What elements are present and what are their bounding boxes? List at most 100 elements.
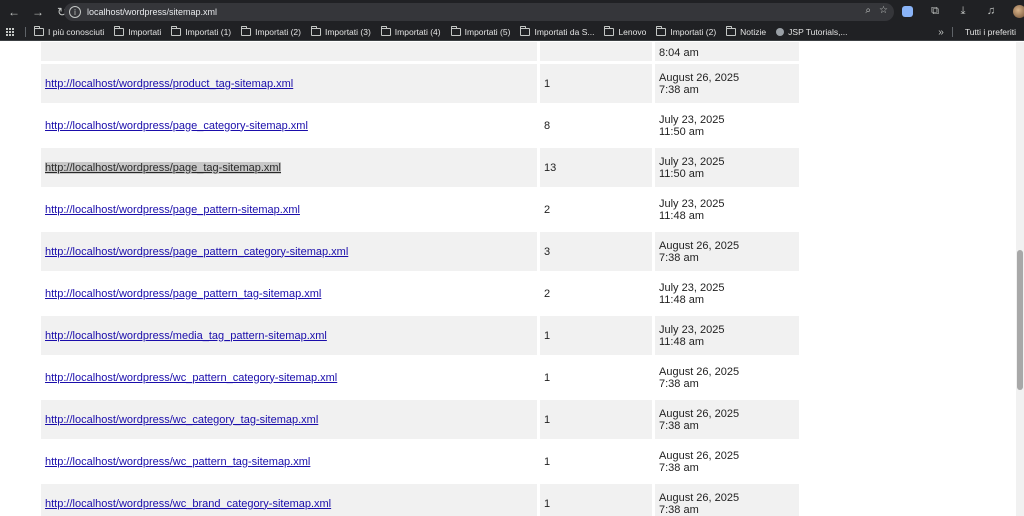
lastmod-date: July 23, 2025	[659, 197, 725, 210]
apps-grid-icon[interactable]	[6, 27, 15, 37]
bookmark-label: Importati da S...	[534, 27, 595, 37]
lastmod-cell: August 26, 2025 7:38 am	[655, 64, 799, 103]
lastmod-time: 11:48 am	[659, 293, 705, 306]
folder-icon	[114, 26, 125, 36]
count-cell: 1	[540, 400, 652, 439]
sitemap-table: 1 8:04 am http://localhost/wordpress/pro…	[38, 42, 802, 516]
globe-icon	[776, 28, 785, 36]
bookmark-item[interactable]: Importati (3)	[310, 26, 371, 37]
bookmark-item[interactable]: Importati (2)	[656, 26, 716, 37]
lastmod-date: August 26, 2025	[659, 239, 740, 252]
url-cell: http://localhost/wordpress/wc_brand_cate…	[41, 484, 537, 516]
sitemap-link[interactable]: http://localhost/wordpress/page_pattern-…	[45, 204, 300, 216]
forward-arrow-icon[interactable]: →	[28, 2, 48, 22]
lastmod-date: August 26, 2025	[659, 449, 740, 462]
url-cell: http://localhost/wordpress/page_pattern-…	[41, 190, 537, 229]
table-row: http://localhost/wordpress/wc_brand_cate…	[41, 484, 799, 516]
table-row: http://localhost/wordpress/wc_category_t…	[41, 400, 799, 439]
bookmark-item[interactable]: Importati	[114, 26, 161, 37]
url-cell: http://localhost/wordpress/page_pattern_…	[41, 232, 537, 271]
bookmark-label: Lenovo	[618, 27, 647, 37]
all-bookmarks-button[interactable]: Tutti i preferiti	[951, 27, 1016, 37]
extension-icon[interactable]	[898, 2, 916, 20]
bookmark-item[interactable]: Lenovo	[604, 26, 647, 37]
lastmod-time: 7:38 am	[659, 461, 699, 474]
lastmod-date: August 26, 2025	[659, 71, 740, 84]
scrollbar-thumb[interactable]	[1017, 250, 1023, 390]
bookmark-item[interactable]: Importati da S...	[520, 26, 595, 37]
count-cell: 13	[540, 148, 652, 187]
count-cell: 2	[544, 287, 551, 300]
bookmark-item[interactable]: Notizie	[726, 26, 767, 37]
lastmod-date: July 23, 2025	[659, 323, 725, 336]
bookmark-label: Importati (1)	[185, 27, 232, 37]
bookmark-item[interactable]: JSP Tutorials,...	[776, 27, 848, 37]
extensions-puzzle-icon[interactable]: ⧉	[926, 2, 944, 20]
bookmarks-bar: I più conosciuti Importati Importati (1)…	[0, 24, 1024, 41]
lastmod-date: August 26, 2025	[659, 365, 740, 378]
sitemap-link[interactable]: http://localhost/wordpress/product_tag-s…	[45, 78, 293, 90]
table-row: 1 8:04 am	[41, 42, 799, 61]
folder-icon	[34, 26, 44, 36]
bookmark-item[interactable]: Importati (1)	[171, 26, 232, 37]
lastmod-cell: 8:04 am	[655, 42, 799, 61]
sitemap-link[interactable]: http://localhost/wordpress/page_pattern_…	[45, 288, 321, 300]
bookmarks-overflow-chevron[interactable]: »	[938, 27, 944, 38]
lastmod-cell: July 23, 2025 11:48 am	[655, 316, 799, 355]
sitemap-link[interactable]: http://localhost/wordpress/wc_category_t…	[45, 414, 318, 426]
lastmod-cell: August 26, 2025 7:38 am	[655, 232, 799, 271]
lastmod-date: August 26, 2025	[659, 407, 740, 420]
sitemap-link[interactable]: http://localhost/wordpress/wc_pattern_ca…	[45, 372, 337, 384]
sitemap-link[interactable]: http://localhost/wordpress/wc_brand_cate…	[45, 498, 331, 510]
folder-icon	[520, 26, 531, 36]
back-arrow-icon[interactable]: ←	[4, 2, 24, 22]
all-bookmarks-label: Tutti i preferiti	[964, 27, 1016, 37]
address-bar[interactable]: i localhost/wordpress/sitemap.xml ⌕ ☆	[64, 3, 894, 21]
download-icon[interactable]: ⤓	[954, 2, 972, 20]
count-cell: 8	[544, 119, 551, 132]
url-cell: http://localhost/wordpress/wc_category_t…	[41, 400, 537, 439]
table-row: http://localhost/wordpress/page_tag-site…	[41, 148, 799, 187]
bookmark-item[interactable]: Importati (2)	[241, 26, 301, 37]
lastmod-time: 7:38 am	[659, 251, 699, 264]
folder-icon	[726, 26, 737, 36]
bookmark-star-icon[interactable]: ☆	[879, 5, 888, 16]
count-cell: 1	[544, 371, 551, 384]
table-row: http://localhost/wordpress/media_tag_pat…	[41, 316, 799, 355]
bookmark-item[interactable]: I più conosciuti	[34, 26, 104, 37]
folder-icon	[310, 26, 321, 36]
address-url[interactable]: localhost/wordpress/sitemap.xml	[87, 7, 217, 17]
url-cell: http://localhost/wordpress/page_pattern_…	[41, 274, 537, 313]
bookmark-item[interactable]: Importati (4)	[380, 26, 441, 37]
profile-avatar[interactable]	[1010, 2, 1024, 20]
sitemap-link[interactable]: http://localhost/wordpress/page_tag-site…	[45, 161, 282, 174]
bookmark-label: Importati (4)	[394, 27, 441, 37]
site-info-icon[interactable]: i	[69, 6, 81, 18]
folder-icon	[241, 26, 252, 36]
vertical-scrollbar[interactable]	[1016, 42, 1024, 516]
folder-icon	[604, 26, 615, 36]
media-control-icon[interactable]: ♫	[982, 2, 1000, 20]
lastmod-time: 7:38 am	[659, 419, 699, 432]
sitemap-link[interactable]: http://localhost/wordpress/wc_pattern_ta…	[45, 456, 310, 468]
url-cell: http://localhost/wordpress/media_tag_pat…	[41, 316, 537, 355]
zoom-icon[interactable]: ⌕	[865, 5, 871, 16]
lastmod-date: July 23, 2025	[659, 155, 725, 168]
lastmod-cell: August 26, 2025 7:38 am	[655, 400, 799, 439]
count-cell: 1	[540, 316, 652, 355]
folder-icon	[450, 26, 461, 36]
count-cell: 1	[540, 42, 652, 61]
url-cell	[41, 42, 537, 61]
lastmod-cell: August 26, 2025 7:38 am	[655, 484, 799, 516]
url-cell: http://localhost/wordpress/page_tag-site…	[41, 148, 537, 187]
lastmod-time: 11:50 am	[659, 125, 705, 138]
sitemap-link[interactable]: http://localhost/wordpress/page_pattern_…	[45, 246, 348, 258]
bookmark-label: Notizie	[740, 27, 767, 37]
url-cell: http://localhost/wordpress/product_tag-s…	[41, 64, 537, 103]
count-cell: 1	[540, 484, 652, 516]
sitemap-link[interactable]: http://localhost/wordpress/media_tag_pat…	[45, 330, 327, 342]
page-viewport[interactable]: 1 8:04 am http://localhost/wordpress/pro…	[0, 42, 1016, 516]
bookmark-item[interactable]: Importati (5)	[450, 26, 510, 37]
sitemap-link[interactable]: http://localhost/wordpress/page_category…	[45, 120, 308, 132]
lastmod-time: 7:38 am	[659, 503, 699, 516]
